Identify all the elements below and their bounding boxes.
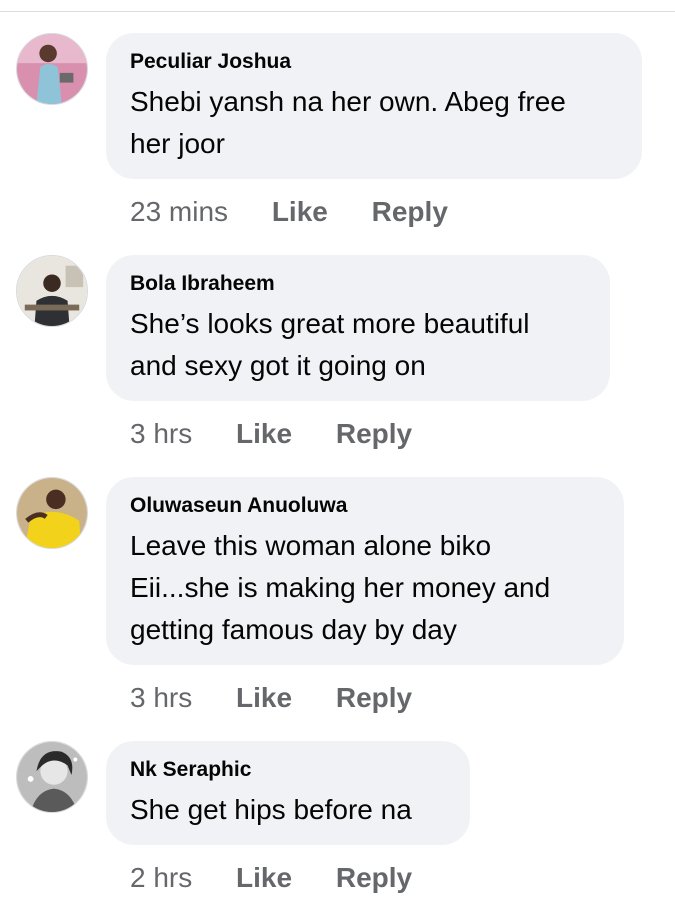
comment-actions: 23 mins Like Reply: [130, 195, 448, 229]
comment-timestamp[interactable]: 2 hrs: [130, 861, 192, 895]
comment-item: Oluwaseun Anuoluwa Leave this woman alon…: [0, 477, 675, 717]
comment-author[interactable]: Peculiar Joshua: [130, 49, 616, 75]
comment-bubble: Oluwaseun Anuoluwa Leave this woman alon…: [106, 477, 624, 665]
user-photo-icon: [17, 478, 87, 548]
reply-button[interactable]: Reply: [336, 681, 412, 715]
user-photo-icon: [17, 34, 87, 104]
comment-text: She get hips before na: [130, 794, 412, 825]
like-button[interactable]: Like: [272, 195, 328, 229]
comment-bubble: Nk Seraphic She get hips before na: [106, 741, 470, 845]
user-photo-icon: [17, 256, 87, 326]
avatar[interactable]: [16, 255, 88, 327]
like-button[interactable]: Like: [236, 861, 292, 895]
comment-actions: 3 hrs Like Reply: [130, 681, 412, 715]
like-button[interactable]: Like: [236, 681, 292, 715]
comment-text: Leave this woman alone biko Eii...she is…: [130, 530, 551, 645]
comment-item: Nk Seraphic She get hips before na 2 hrs…: [0, 741, 675, 906]
comment-author[interactable]: Bola Ibraheem: [130, 271, 584, 297]
reply-button[interactable]: Reply: [372, 195, 448, 229]
comment-text: Shebi yansh na her own. Abeg free her jo…: [130, 86, 566, 159]
comment-bubble: Bola Ibraheem She’s looks great more bea…: [106, 255, 610, 401]
reply-button[interactable]: Reply: [336, 861, 412, 895]
avatar[interactable]: [16, 33, 88, 105]
avatar[interactable]: [16, 477, 88, 549]
comment-item: Peculiar Joshua Shebi yansh na her own. …: [0, 33, 675, 233]
comment-author[interactable]: Oluwaseun Anuoluwa: [130, 493, 598, 519]
comment-timestamp[interactable]: 23 mins: [130, 195, 228, 229]
avatar[interactable]: [16, 741, 88, 813]
comment-bubble: Peculiar Joshua Shebi yansh na her own. …: [106, 33, 642, 179]
comment-timestamp[interactable]: 3 hrs: [130, 417, 192, 451]
comment-timestamp[interactable]: 3 hrs: [130, 681, 192, 715]
comment-actions: 3 hrs Like Reply: [130, 417, 412, 451]
comment-author[interactable]: Nk Seraphic: [130, 757, 444, 783]
top-divider: [0, 0, 675, 12]
reply-button[interactable]: Reply: [336, 417, 412, 451]
comment-actions: 2 hrs Like Reply: [130, 861, 412, 895]
user-photo-icon: [17, 742, 87, 812]
like-button[interactable]: Like: [236, 417, 292, 451]
comment-text: She’s looks great more beautiful and sex…: [130, 308, 530, 381]
comment-item: Bola Ibraheem She’s looks great more bea…: [0, 255, 675, 455]
